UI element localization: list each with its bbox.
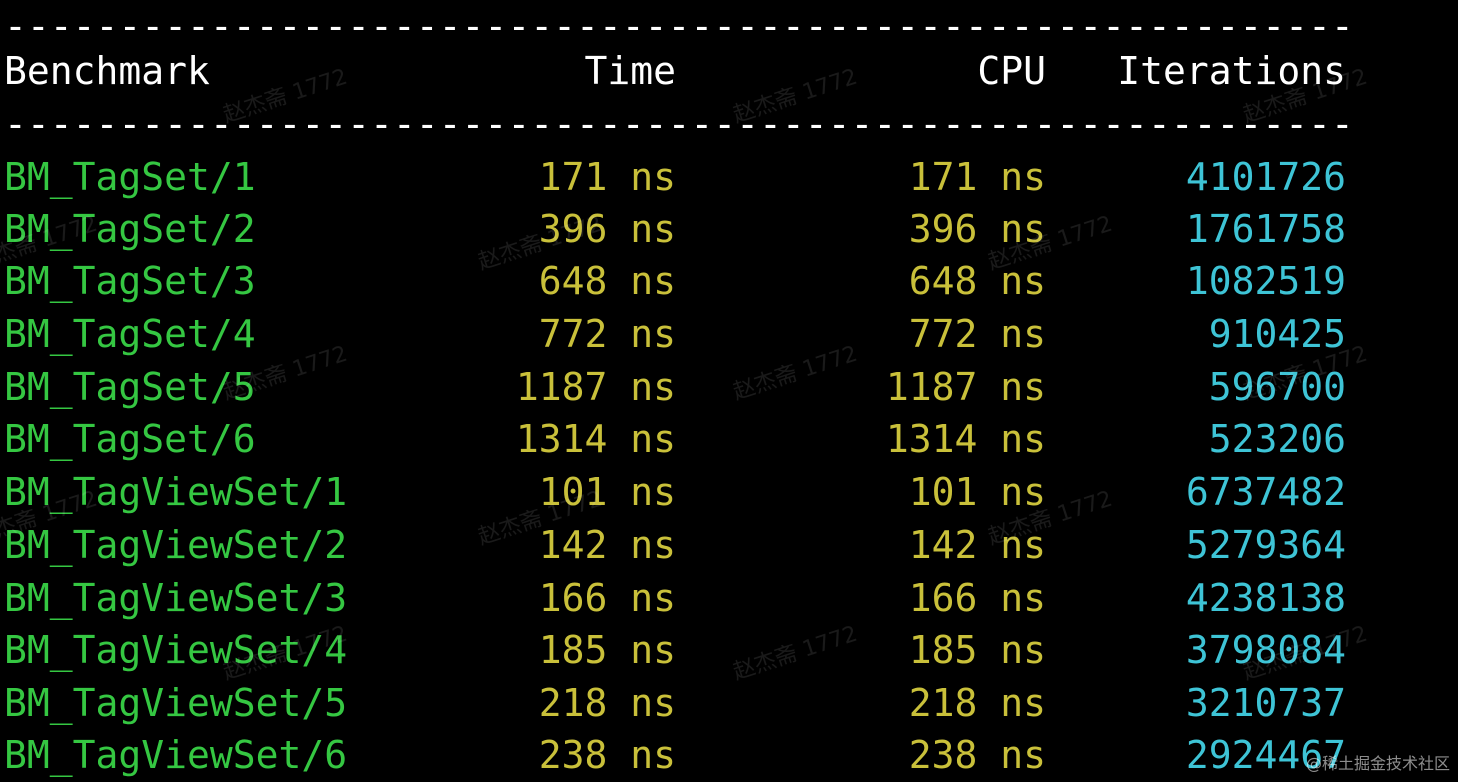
row-cpu: 101 ns: [908, 470, 1046, 514]
row-iterations: 4238138: [1185, 576, 1346, 620]
result-row: BM_TagViewSet/6 238 ns 238 ns 2924467: [4, 729, 1364, 781]
row-iterations: 1761758: [1185, 207, 1346, 251]
header-iterations: Iterations: [1117, 49, 1346, 93]
result-row: BM_TagSet/5 1187 ns 1187 ns 596700: [4, 361, 1364, 413]
row-time: 648 ns: [538, 259, 676, 303]
source-watermark: @稀土掘金技术社区: [1305, 754, 1450, 773]
result-row: BM_TagViewSet/5 218 ns 218 ns 3210737: [4, 677, 1364, 729]
result-row: BM_TagViewSet/1 101 ns 101 ns 6737482: [4, 466, 1364, 518]
row-cpu: 185 ns: [908, 628, 1046, 672]
result-row: BM_TagSet/6 1314 ns 1314 ns 523206: [4, 413, 1364, 465]
row-iterations: 910425: [1208, 312, 1346, 356]
row-time: 171 ns: [538, 155, 676, 199]
row-iterations: 1082519: [1185, 259, 1346, 303]
row-time: 101 ns: [538, 470, 676, 514]
result-row: BM_TagSet/3 648 ns 648 ns 1082519: [4, 255, 1364, 307]
separator-line-bottom: ----------------------------------------…: [4, 102, 1354, 146]
row-time: 396 ns: [538, 207, 676, 251]
row-benchmark-name: BM_TagViewSet/1: [4, 470, 348, 514]
row-cpu: 142 ns: [908, 523, 1046, 567]
row-cpu: 238 ns: [908, 733, 1046, 777]
row-iterations: 3798084: [1185, 628, 1346, 672]
row-benchmark-name: BM_TagViewSet/4: [4, 628, 348, 672]
row-iterations: 523206: [1208, 417, 1346, 461]
row-iterations: 6737482: [1185, 470, 1346, 514]
row-benchmark-name: BM_TagSet/6: [4, 417, 256, 461]
row-time: 772 ns: [538, 312, 676, 356]
result-row: BM_TagSet/2 396 ns 396 ns 1761758: [4, 203, 1364, 255]
row-time: 142 ns: [538, 523, 676, 567]
row-time: 185 ns: [538, 628, 676, 672]
result-row: BM_TagSet/4 772 ns 772 ns 910425: [4, 308, 1364, 360]
row-benchmark-name: BM_TagViewSet/6: [4, 733, 348, 777]
row-iterations: 4101726: [1185, 155, 1346, 199]
row-cpu: 218 ns: [908, 681, 1046, 725]
header-benchmark: Benchmark: [4, 49, 210, 93]
row-time: 166 ns: [538, 576, 676, 620]
row-iterations: 5279364: [1185, 523, 1346, 567]
row-time: 218 ns: [538, 681, 676, 725]
header-row: Benchmark Time CPU Iterations: [4, 45, 1364, 97]
row-cpu: 1187 ns: [885, 365, 1046, 409]
row-cpu: 396 ns: [908, 207, 1046, 251]
row-iterations: 2924467: [1185, 733, 1346, 777]
row-benchmark-name: BM_TagViewSet/2: [4, 523, 348, 567]
row-benchmark-name: BM_TagViewSet/3: [4, 576, 348, 620]
row-time: 238 ns: [538, 733, 676, 777]
row-benchmark-name: BM_TagSet/3: [4, 259, 256, 303]
result-row: BM_TagSet/1 171 ns 171 ns 4101726: [4, 151, 1364, 203]
row-benchmark-name: BM_TagSet/5: [4, 365, 256, 409]
row-benchmark-name: BM_TagSet/2: [4, 207, 256, 251]
row-cpu: 171 ns: [908, 155, 1046, 199]
row-benchmark-name: BM_TagSet/4: [4, 312, 256, 356]
result-row: BM_TagViewSet/2 142 ns 142 ns 5279364: [4, 519, 1364, 571]
row-time: 1314 ns: [515, 417, 676, 461]
row-cpu: 1314 ns: [885, 417, 1046, 461]
terminal-window: ----------------------------------------…: [0, 0, 1458, 782]
row-cpu: 166 ns: [908, 576, 1046, 620]
row-benchmark-name: BM_TagSet/1: [4, 155, 256, 199]
row-iterations: 596700: [1208, 365, 1346, 409]
header-time: Time: [584, 49, 676, 93]
result-row: BM_TagViewSet/4 185 ns 185 ns 3798084: [4, 624, 1364, 676]
result-row: BM_TagViewSet/3 166 ns 166 ns 4238138: [4, 572, 1364, 624]
row-time: 1187 ns: [515, 365, 676, 409]
header-cpu: CPU: [977, 49, 1046, 93]
row-cpu: 648 ns: [908, 259, 1046, 303]
row-iterations: 3210737: [1185, 681, 1346, 725]
row-benchmark-name: BM_TagViewSet/5: [4, 681, 348, 725]
row-cpu: 772 ns: [908, 312, 1046, 356]
